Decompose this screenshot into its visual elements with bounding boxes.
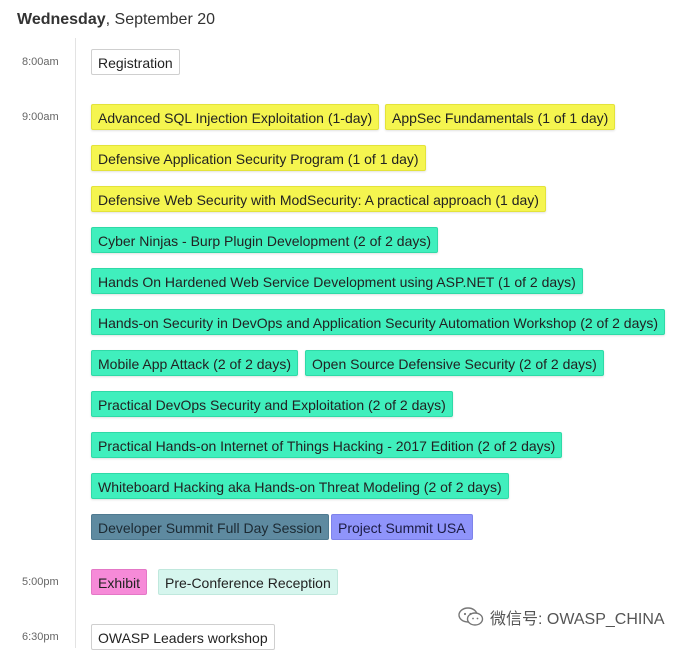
timeline-divider	[75, 38, 76, 648]
time-label-5pm: 5:00pm	[22, 576, 59, 588]
day-weekday: Wednesday	[17, 11, 106, 28]
event-modsecurity[interactable]: Defensive Web Security with ModSecurity:…	[91, 186, 546, 212]
watermark: 微信号: OWASP_CHINA	[458, 606, 665, 628]
event-project-summit[interactable]: Project Summit USA	[331, 514, 473, 540]
event-whiteboard[interactable]: Whiteboard Hacking aka Hands-on Threat M…	[91, 473, 509, 499]
time-label-8am: 8:00am	[22, 56, 59, 68]
wechat-icon	[458, 607, 484, 627]
day-date: , September 20	[105, 11, 216, 28]
day-header: Wednesday, September 20	[17, 11, 215, 29]
event-cyber-ninjas[interactable]: Cyber Ninjas - Burp Plugin Development (…	[91, 227, 439, 253]
event-reception[interactable]: Pre-Conference Reception	[158, 569, 338, 595]
event-hardened-web[interactable]: Hands On Hardened Web Service Developmen…	[91, 268, 583, 294]
event-appsec-fundamentals[interactable]: AppSec Fundamentals (1 of 1 day)	[385, 104, 616, 130]
event-mobile-attack[interactable]: Mobile App Attack (2 of 2 days)	[91, 350, 298, 376]
event-leaders-workshop[interactable]: OWASP Leaders workshop	[91, 624, 275, 650]
event-iot-hacking[interactable]: Practical Hands-on Internet of Things Ha…	[91, 432, 563, 458]
event-registration[interactable]: Registration	[91, 49, 180, 75]
event-open-source[interactable]: Open Source Defensive Security (2 of 2 d…	[305, 350, 604, 376]
watermark-text: 微信号: OWASP_CHINA	[490, 611, 665, 628]
time-label-630pm: 6:30pm	[22, 631, 59, 643]
event-defensive-program[interactable]: Defensive Application Security Program (…	[91, 145, 426, 171]
event-dev-summit[interactable]: Developer Summit Full Day Session	[91, 514, 330, 540]
event-exhibit[interactable]: Exhibit	[91, 569, 148, 595]
event-devops-exploitation[interactable]: Practical DevOps Security and Exploitati…	[91, 391, 453, 417]
event-devops-workshop[interactable]: Hands-on Security in DevOps and Applicat…	[91, 309, 666, 335]
time-label-9am: 9:00am	[22, 111, 59, 123]
event-sql-injection[interactable]: Advanced SQL Injection Exploitation (1-d…	[91, 104, 380, 130]
